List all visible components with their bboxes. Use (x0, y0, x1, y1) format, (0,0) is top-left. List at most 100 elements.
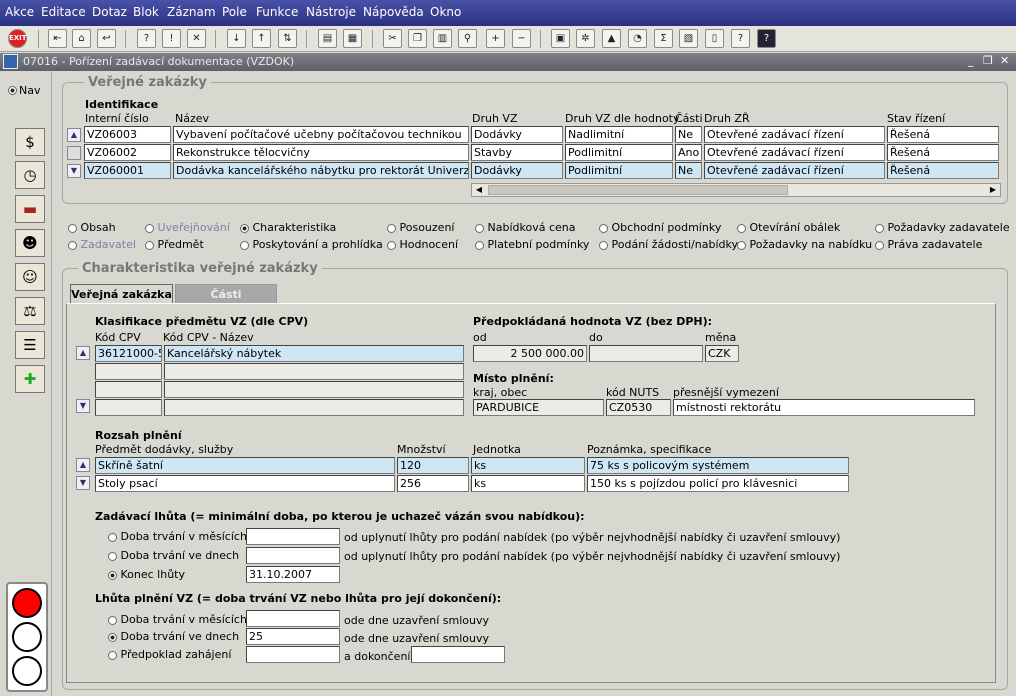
menu-blok[interactable]: Blok (133, 5, 159, 19)
fulfil-days-field[interactable]: 25 (246, 628, 340, 645)
row-marker[interactable] (67, 146, 81, 160)
cpv-code-field[interactable]: 36121000-5 (95, 345, 162, 362)
radio[interactable] (387, 223, 396, 233)
scrollbar-thumb[interactable] (488, 185, 788, 195)
cut-icon[interactable]: ✂ (383, 29, 402, 48)
value-from-field[interactable]: 2 500 000.00 (473, 345, 587, 362)
calculator-icon[interactable]: ▣ (551, 29, 570, 48)
nav-radio[interactable] (8, 86, 17, 95)
cell-stav-rizeni[interactable]: Řešená (887, 144, 999, 161)
sort-desc-icon[interactable]: ↑ (252, 29, 271, 48)
scope-qty-field[interactable]: 120 (397, 457, 469, 474)
cpv-name-field[interactable] (164, 363, 464, 380)
menu-dotaz[interactable]: Dotaz (92, 5, 127, 19)
menu-zaznam[interactable]: Záznam (167, 5, 216, 19)
option-otevirani-obalek[interactable]: Otevírání obálek (737, 221, 840, 234)
scroll-left-icon[interactable]: ◀ (473, 184, 485, 196)
option-obchodni-podminky[interactable]: Obchodní podmínky (599, 221, 721, 234)
radio[interactable] (475, 240, 484, 250)
deadline-option-end[interactable]: Konec lhůty (108, 568, 185, 581)
radio-selected[interactable] (108, 570, 117, 580)
option-hodnoceni[interactable]: Hodnocení (387, 238, 458, 251)
option-pozadavky-na-nabidku[interactable]: Požadavky na nabídku (737, 238, 872, 251)
fulfil-months-field[interactable] (246, 610, 340, 627)
radio[interactable] (387, 240, 396, 250)
scope-note-field[interactable]: 75 ks s policovým systémem (587, 457, 849, 474)
copy-icon[interactable]: ❐ (408, 29, 427, 48)
fulfil-option-days[interactable]: Doba trvání ve dnech (108, 630, 239, 643)
value-currency-field[interactable]: CZK (705, 345, 739, 362)
insert-record-icon[interactable]: + (486, 29, 505, 48)
cell-nazev[interactable]: Vybavení počítačové učebny počítačovou t… (173, 126, 469, 143)
radio[interactable] (108, 615, 117, 625)
sort-multi-icon[interactable]: ⇅ (278, 29, 297, 48)
person-icon[interactable]: ☺ (15, 263, 45, 291)
scales-icon[interactable]: ⚖ (15, 297, 45, 325)
scope-note-field[interactable]: 150 ks s pojízdou policí pro klávesnici (587, 475, 849, 492)
fulfil-start-field[interactable] (246, 646, 340, 663)
radio[interactable] (875, 223, 884, 233)
scroll-up-icon[interactable]: ▲ (67, 128, 81, 142)
radio-selected[interactable] (108, 632, 117, 642)
help-icon[interactable]: ? (757, 29, 776, 48)
scope-unit-field[interactable]: ks (471, 475, 585, 492)
menu-napoveda[interactable]: Nápověda (363, 5, 424, 19)
option-zadavatel[interactable]: Zadavatel (68, 238, 136, 251)
warning-icon[interactable]: ▲ (602, 29, 621, 48)
radio[interactable] (145, 240, 154, 250)
close-icon[interactable]: ✕ (1000, 54, 1009, 67)
rollback-icon[interactable]: ↩ (97, 29, 116, 48)
tab-verejna-zakazka[interactable]: Veřejná zakázka (70, 284, 173, 304)
cpv-name-field[interactable]: Kancelářský nábytek (164, 345, 464, 362)
horizontal-scrollbar[interactable]: ◀ ▶ (471, 183, 1001, 197)
sum-icon[interactable]: Σ (654, 29, 673, 48)
scroll-up-icon[interactable]: ▲ (76, 458, 90, 472)
minimize-icon[interactable]: _ (968, 54, 974, 67)
radio[interactable] (108, 551, 117, 561)
deadline-option-months[interactable]: Doba trvání v měsících (108, 530, 247, 543)
deadline-months-field[interactable] (246, 528, 340, 545)
deadline-end-field[interactable]: 31.10.2007 (246, 566, 340, 583)
option-pozadavky-zadavatele[interactable]: Požadavky zadavatele (875, 221, 1010, 234)
radio[interactable] (475, 223, 484, 233)
users-icon[interactable]: ☻ (15, 229, 45, 257)
radio[interactable] (599, 240, 608, 250)
menu-okno[interactable]: Okno (430, 5, 461, 19)
radio[interactable] (737, 240, 746, 250)
scope-qty-field[interactable]: 256 (397, 475, 469, 492)
radio-selected[interactable] (240, 223, 249, 233)
save-icon[interactable]: ⇤ (48, 29, 67, 48)
fulfil-option-start[interactable]: Předpoklad zahájení (108, 648, 231, 661)
document-icon[interactable]: ▯ (705, 29, 724, 48)
cell-interni-cislo[interactable]: VZ06002 (84, 144, 171, 161)
cell-interni-cislo[interactable]: VZ060001 (84, 162, 171, 179)
scroll-right-icon[interactable]: ▶ (987, 184, 999, 196)
menu-funkce[interactable]: Funkce (256, 5, 298, 19)
radio[interactable] (737, 223, 746, 233)
radio[interactable] (68, 223, 77, 233)
deadline-days-field[interactable] (246, 547, 340, 564)
search-icon[interactable]: ⚲ (458, 29, 477, 48)
option-podani-zadosti[interactable]: Podání žádosti/nabídky (599, 238, 738, 251)
exit-icon[interactable]: EXIT (8, 29, 27, 48)
scroll-down-icon[interactable]: ▼ (76, 476, 90, 490)
option-poskytovani[interactable]: Poskytování a prohlídka (240, 238, 383, 251)
cell-druh-vz[interactable]: Stavby (471, 144, 563, 161)
tools-icon[interactable]: ✲ (576, 29, 595, 48)
money-icon[interactable]: $ (15, 128, 45, 156)
enter-query-icon[interactable]: ? (137, 29, 156, 48)
option-uverejnovani[interactable]: Uveřejňování (145, 221, 230, 234)
radio[interactable] (108, 532, 117, 542)
place-spec-field[interactable]: místnosti rektorátu (673, 399, 975, 416)
scope-unit-field[interactable]: ks (471, 457, 585, 474)
option-predmet[interactable]: Předmět (145, 238, 204, 251)
commit-icon[interactable]: ⌂ (72, 29, 91, 48)
cell-nazev[interactable]: Rekonstrukce tělocvičny (173, 144, 469, 161)
menu-akce[interactable]: Akce (5, 5, 34, 19)
place-region-field[interactable]: PARDUBICE (473, 399, 604, 416)
cell-druh-vz-hodnota[interactable]: Nadlimitní (565, 126, 673, 143)
cpv-code-field[interactable] (95, 399, 162, 416)
sort-asc-icon[interactable]: ↓ (227, 29, 246, 48)
cell-druh-zr[interactable]: Otevřené zadávací řízení (704, 144, 885, 161)
cpv-code-field[interactable] (95, 381, 162, 398)
